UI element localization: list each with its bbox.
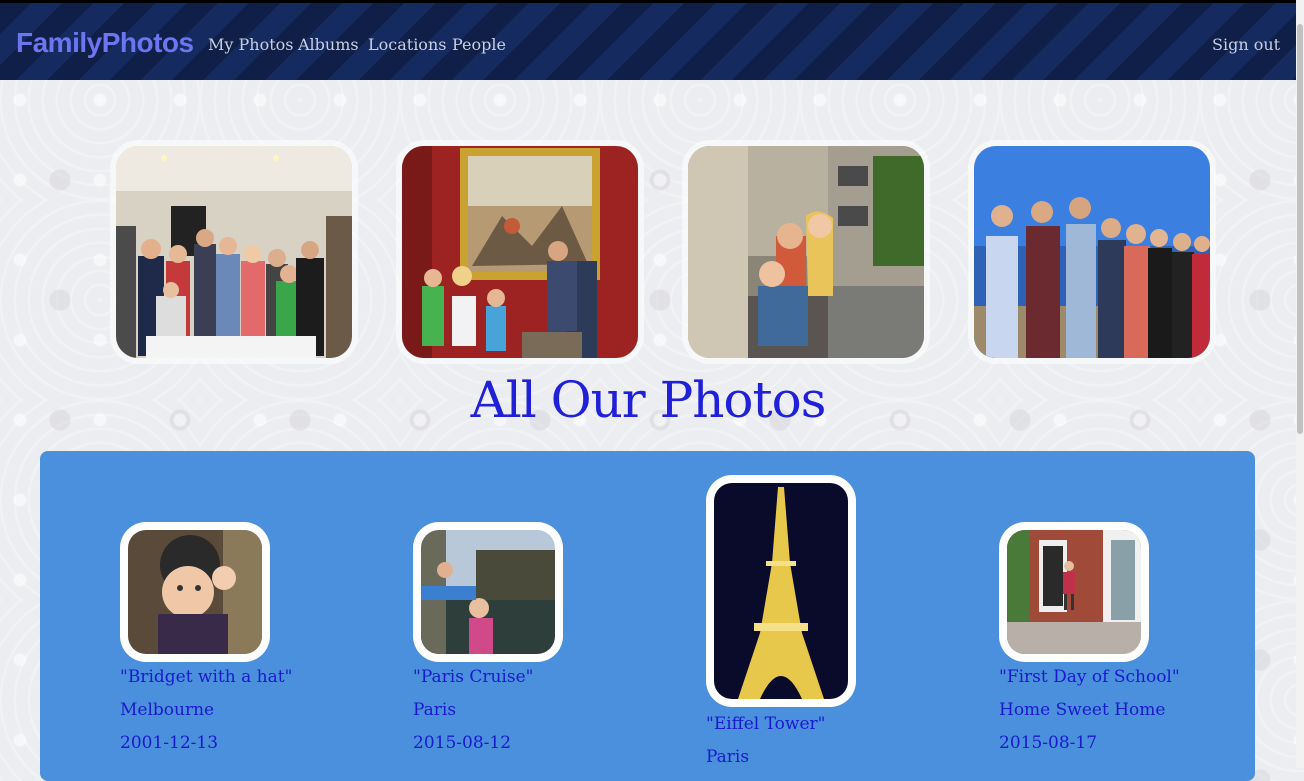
top-navbar: FamilyPhotos My Photos Albums Locations … [0,0,1296,80]
hero-photo-painting-museum[interactable] [402,146,638,358]
photo-title[interactable]: "First Day of School" [999,661,1180,694]
page-scrollbar[interactable] [1296,0,1304,768]
photo-thumbnail[interactable] [120,522,270,662]
page-title: All Our Photos [470,371,827,429]
photo-location: Paris [706,747,750,767]
brand-logo-link[interactable]: FamilyPhotos [16,25,194,65]
photo-thumbnail[interactable] [999,522,1149,662]
nav-people[interactable]: People [452,33,506,57]
sign-out-link[interactable]: Sign out [1212,33,1280,57]
photo-title[interactable]: "Paris Cruise" [413,661,533,694]
hero-photo-street-balcony[interactable] [688,146,924,358]
photo-gallery: "Bridget with a hat" Melbourne 2001-12-1… [40,451,1255,781]
nav-locations[interactable]: Locations [368,33,446,57]
photo-date: 2015-08-12 [413,733,512,753]
photo-title[interactable]: "Bridget with a hat" [120,661,292,694]
nav-my-photos[interactable]: My Photos [208,33,293,57]
photo-thumbnail[interactable] [706,475,856,707]
scrollbar-thumb[interactable] [1297,24,1303,434]
hero-photo-group-indoor[interactable] [116,146,352,358]
photo-date: 2001-12-13 [120,733,219,753]
photo-title[interactable]: "Eiffel Tower" [706,708,825,741]
photo-location: Paris [413,700,457,720]
photo-thumbnail[interactable] [413,522,563,662]
photo-location: Home Sweet Home [999,700,1166,720]
hero-photo-group-outdoor[interactable] [974,146,1210,358]
photo-location: Melbourne [120,700,215,720]
nav-albums[interactable]: Albums [298,33,359,57]
photo-date: 2015-08-17 [999,733,1098,753]
